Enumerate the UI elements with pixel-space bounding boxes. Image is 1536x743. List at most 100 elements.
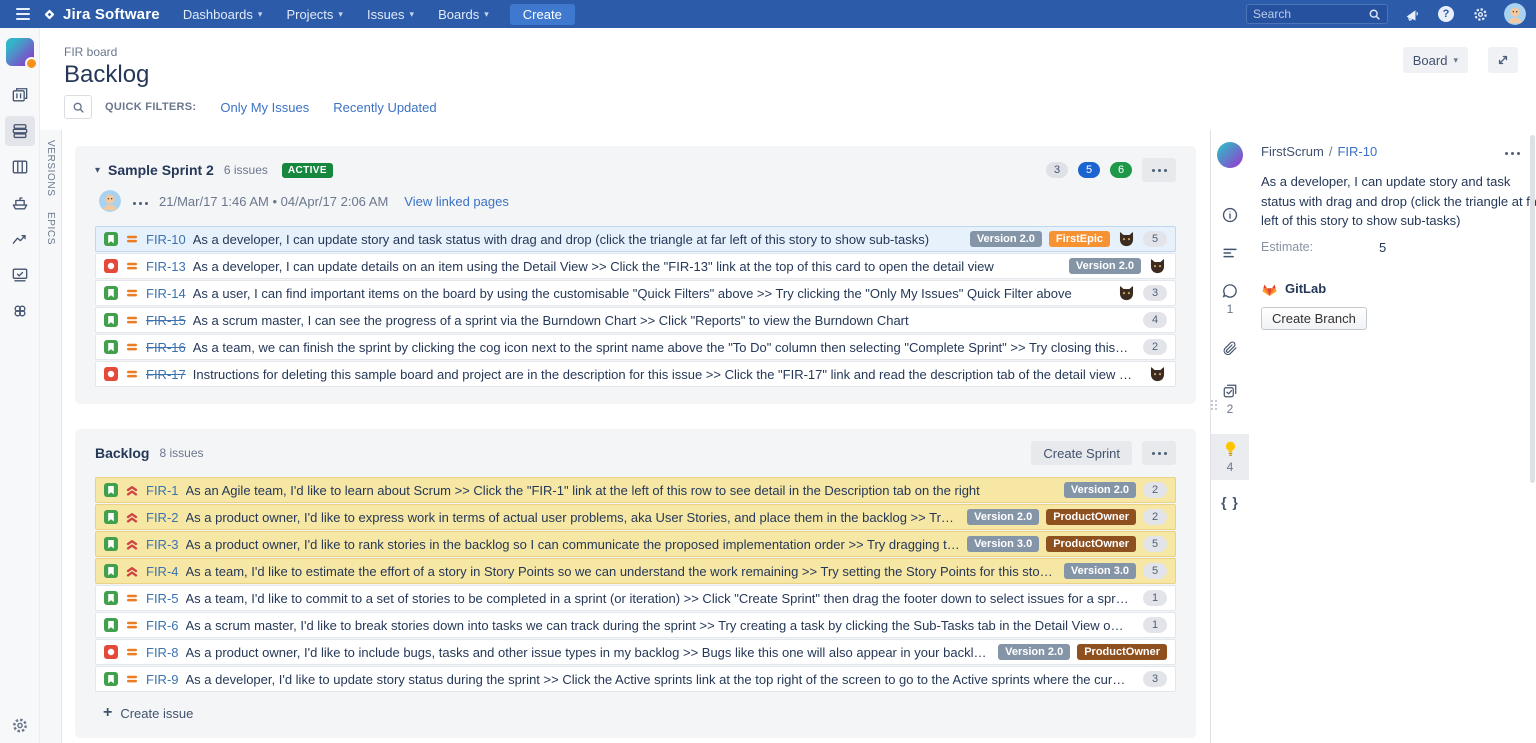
jira-brand[interactable]: Jira Software: [38, 6, 170, 23]
global-search[interactable]: [1246, 4, 1388, 24]
issue-key-link[interactable]: FIR-17: [146, 367, 186, 382]
create-issue-button[interactable]: + Create issue: [103, 704, 1176, 722]
rail-info-icon[interactable]: [1211, 200, 1249, 230]
issue-badges: Version 2.0FirstEpic: [970, 231, 1110, 247]
tab-versions[interactable]: VERSIONS: [45, 140, 56, 196]
announcements-icon[interactable]: [1402, 4, 1422, 24]
version-badge: Version 2.0: [998, 644, 1070, 660]
detail-issue-key-link[interactable]: FIR-10: [1337, 144, 1377, 159]
issue-row[interactable]: FIR-3 As a product owner, I'd like to ra…: [95, 531, 1176, 557]
view-linked-pages-link[interactable]: View linked pages: [404, 194, 509, 209]
sidebar-item-add-ons[interactable]: [5, 296, 35, 326]
filter-only-my-issues[interactable]: Only My Issues: [220, 100, 309, 115]
assignee-avatar: [1117, 284, 1136, 303]
issue-key-link[interactable]: FIR-9: [146, 672, 179, 687]
vertical-scrollbar[interactable]: [1530, 135, 1535, 483]
help-icon[interactable]: ?: [1436, 4, 1456, 24]
issue-row[interactable]: FIR-5 As a team, I'd like to commit to a…: [95, 585, 1176, 611]
todo-count-badge: 3: [1046, 162, 1068, 178]
issue-key-link[interactable]: FIR-3: [146, 537, 179, 552]
sprint-owner-avatar[interactable]: [99, 190, 121, 212]
issue-key-link[interactable]: FIR-14: [146, 286, 186, 301]
project-avatar[interactable]: [6, 38, 34, 66]
rail-code-icon[interactable]: { }: [1211, 488, 1249, 516]
fullscreen-button[interactable]: [1488, 47, 1518, 73]
issue-key-link[interactable]: FIR-4: [146, 564, 179, 579]
issue-key-link[interactable]: FIR-6: [146, 618, 179, 633]
issue-row[interactable]: FIR-10 As a developer, I can update stor…: [95, 226, 1176, 252]
issue-key-link[interactable]: FIR-15: [146, 313, 186, 328]
issue-row[interactable]: FIR-4 As a team, I'd like to estimate th…: [95, 558, 1176, 584]
panel-resize-handle[interactable]: [1211, 400, 1218, 410]
app-switcher-icon[interactable]: [10, 3, 36, 25]
rail-details-icon[interactable]: [1211, 238, 1249, 268]
issue-key-link[interactable]: FIR-8: [146, 645, 179, 660]
issue-row[interactable]: FIR-14 As a user, I can find important i…: [95, 280, 1176, 306]
issue-key-link[interactable]: FIR-5: [146, 591, 179, 606]
sidebar-item-reports[interactable]: [5, 224, 35, 254]
rail-development-icon[interactable]: 4: [1211, 434, 1249, 480]
issue-row[interactable]: FIR-16 As a team, we can finish the spri…: [95, 334, 1176, 360]
create-branch-button[interactable]: Create Branch: [1261, 307, 1367, 330]
issue-badges: Version 2.0: [1064, 482, 1136, 498]
issue-row[interactable]: FIR-2 As a product owner, I'd like to ex…: [95, 504, 1176, 530]
issue-summary: As a product owner, I'd like to include …: [186, 645, 992, 660]
menu-projects[interactable]: Projects▾: [275, 7, 354, 22]
gear-icon[interactable]: [1470, 4, 1490, 24]
story-type-icon: [104, 483, 118, 497]
bug-type-icon: [104, 645, 118, 659]
issue-row[interactable]: FIR-17 Instructions for deleting this sa…: [95, 361, 1176, 387]
issue-key-link[interactable]: FIR-10: [146, 232, 186, 247]
sprint-more-button[interactable]: [1142, 158, 1176, 182]
issue-row[interactable]: FIR-6 As a scrum master, I'd like to bre…: [95, 612, 1176, 638]
issue-row[interactable]: FIR-8 As a product owner, I'd like to in…: [95, 639, 1176, 665]
create-sprint-button[interactable]: Create Sprint: [1031, 441, 1132, 465]
more-avatars-icon[interactable]: [131, 192, 149, 210]
create-button[interactable]: Create: [510, 4, 575, 25]
search-input[interactable]: [1253, 7, 1368, 21]
menu-boards[interactable]: Boards▾: [427, 7, 500, 22]
monitor-icon: [10, 265, 30, 285]
issue-key-link[interactable]: FIR-2: [146, 510, 179, 525]
issue-row[interactable]: FIR-15 As a scrum master, I can see the …: [95, 307, 1176, 333]
rail-subtasks-icon[interactable]: 2: [1211, 376, 1249, 422]
estimate-badge: 2: [1143, 482, 1167, 498]
detail-project-name[interactable]: FirstScrum: [1261, 144, 1324, 159]
rail-attachments-icon[interactable]: [1211, 334, 1249, 364]
sidebar-item-backlog[interactable]: [5, 116, 35, 146]
detail-more-button[interactable]: [1503, 142, 1521, 160]
breadcrumb[interactable]: FIR board: [64, 45, 117, 59]
sidebar-item-issues[interactable]: [5, 260, 35, 290]
issue-row[interactable]: FIR-1 As an Agile team, I'd like to lear…: [95, 477, 1176, 503]
tab-epics[interactable]: EPICS: [45, 212, 56, 245]
issue-badges: Version 3.0ProductOwner: [967, 536, 1136, 552]
sidebar-settings-gear-icon[interactable]: [10, 716, 29, 735]
sidebar-item-active-sprints[interactable]: [5, 152, 35, 182]
user-avatar[interactable]: [1504, 3, 1526, 25]
issue-row[interactable]: FIR-13 As a developer, I can update deta…: [95, 253, 1176, 279]
menu-dashboards[interactable]: Dashboards▾: [172, 7, 274, 22]
estimate-value[interactable]: 5: [1379, 240, 1386, 255]
notification-badge: [25, 57, 38, 70]
backlog-search-button[interactable]: [64, 95, 92, 119]
issue-row[interactable]: FIR-9 As a developer, I'd like to update…: [95, 666, 1176, 692]
issue-key-link[interactable]: FIR-16: [146, 340, 186, 355]
menu-issues[interactable]: Issues▾: [356, 7, 425, 22]
subtasks-count: 2: [1227, 402, 1234, 416]
filter-recently-updated[interactable]: Recently Updated: [333, 100, 436, 115]
issue-detail-panel: 1 2 4 { } FirstScrum / FIR-10 × As a dev…: [1210, 130, 1536, 743]
sidebar-item-releases[interactable]: [5, 188, 35, 218]
boards-icon: [10, 85, 30, 105]
collapse-chevron-icon[interactable]: ▾: [95, 165, 100, 176]
issue-key-link[interactable]: FIR-13: [146, 259, 186, 274]
sidebar-item-boards[interactable]: [5, 80, 35, 110]
issue-key-link[interactable]: FIR-1: [146, 483, 179, 498]
backlog-more-button[interactable]: [1142, 441, 1176, 465]
board-dropdown-button[interactable]: Board▾: [1403, 47, 1468, 73]
sprint-panel: ▾ Sample Sprint 2 6 issues ACTIVE 3 5 6 …: [75, 146, 1196, 404]
rail-comments-icon[interactable]: 1: [1211, 276, 1249, 322]
version-badge: Version 2.0: [1064, 482, 1136, 498]
issue-summary: As a developer, I can update details on …: [193, 259, 1062, 274]
bug-type-icon: [104, 259, 118, 273]
estimate-badge: 5: [1143, 536, 1167, 552]
